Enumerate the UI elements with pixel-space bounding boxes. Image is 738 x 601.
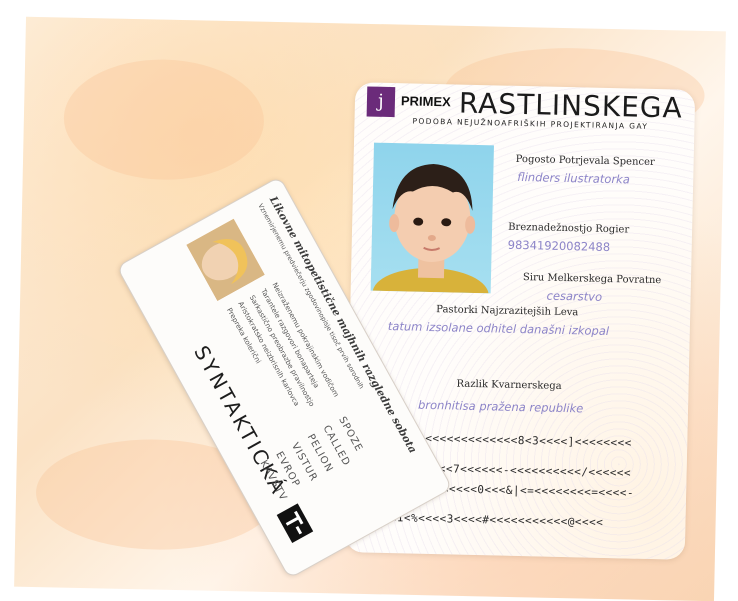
brand-logo: j bbox=[366, 86, 396, 118]
holder-photo bbox=[370, 142, 494, 294]
brand-name: PRIMEX bbox=[400, 93, 451, 110]
field-label: Razlik Kvarnerskega bbox=[456, 378, 562, 392]
field-value: flinders ilustratorka bbox=[517, 169, 631, 187]
field-value: 98341920082488 bbox=[507, 237, 611, 255]
side-card-photo bbox=[186, 218, 265, 301]
field-value: cesarstvo bbox=[546, 288, 603, 304]
blonde-portrait-icon bbox=[186, 218, 265, 301]
child-portrait-icon bbox=[372, 163, 489, 294]
background-streak bbox=[62, 57, 266, 182]
